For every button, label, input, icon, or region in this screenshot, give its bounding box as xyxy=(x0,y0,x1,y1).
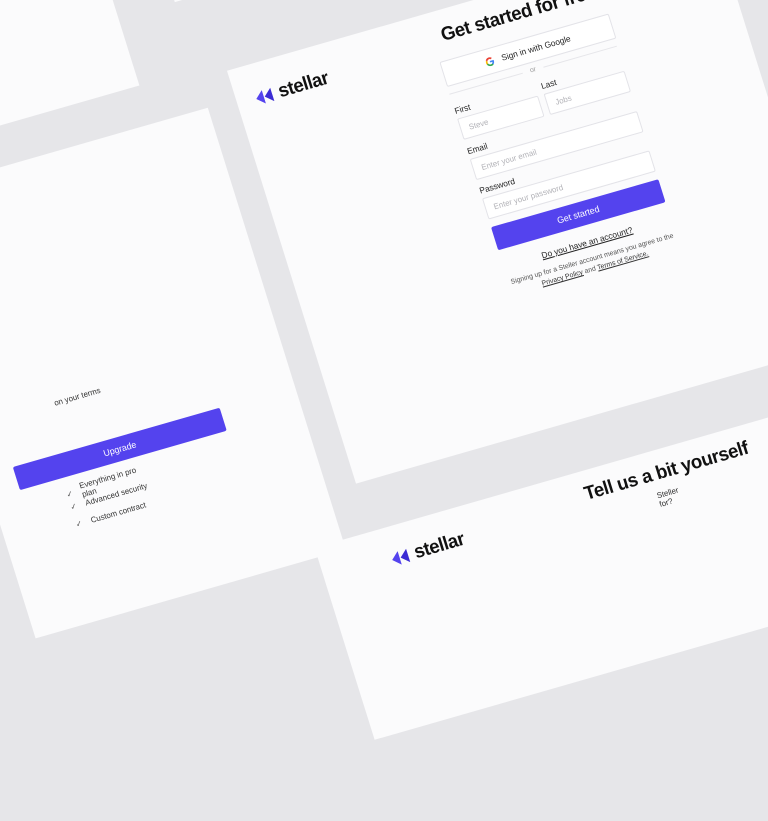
google-icon xyxy=(485,56,494,66)
board-top-left xyxy=(0,0,140,126)
stellar-logo-icon xyxy=(392,548,411,565)
stellar-logo-icon xyxy=(256,87,275,104)
check-icon: ✓ xyxy=(65,488,75,499)
terms-and: and xyxy=(583,265,597,276)
